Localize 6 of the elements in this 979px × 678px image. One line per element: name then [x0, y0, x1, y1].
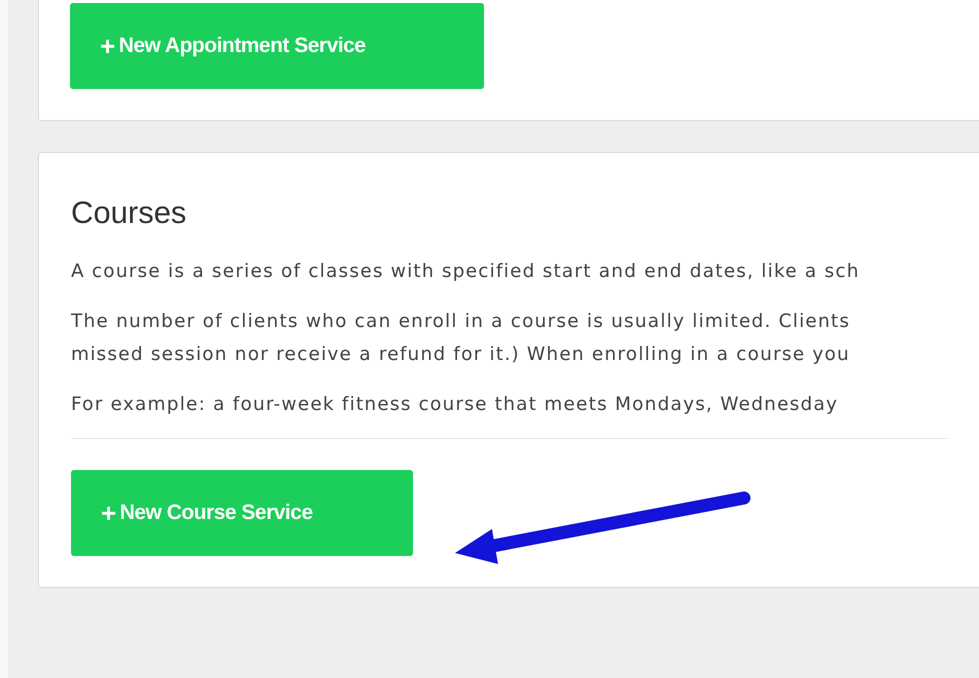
description-paragraph: For example: a four-week fitness course that meets Mondays, Wednesday: [71, 393, 840, 417]
section-heading: Courses: [71, 194, 188, 232]
description-paragraph: The number of clients who can enroll in a course is usually limited. Clients missed session nor receive a refund for it.) When enrolling in a course you: [71, 310, 852, 367]
new-course-service-button[interactable]: +New Course Service: [71, 470, 413, 556]
description-paragraph: A course is a series of classes with specified start and end dates, like a sch: [71, 260, 861, 284]
new-appointment-service-button[interactable]: +New Appointment Service: [70, 3, 484, 89]
